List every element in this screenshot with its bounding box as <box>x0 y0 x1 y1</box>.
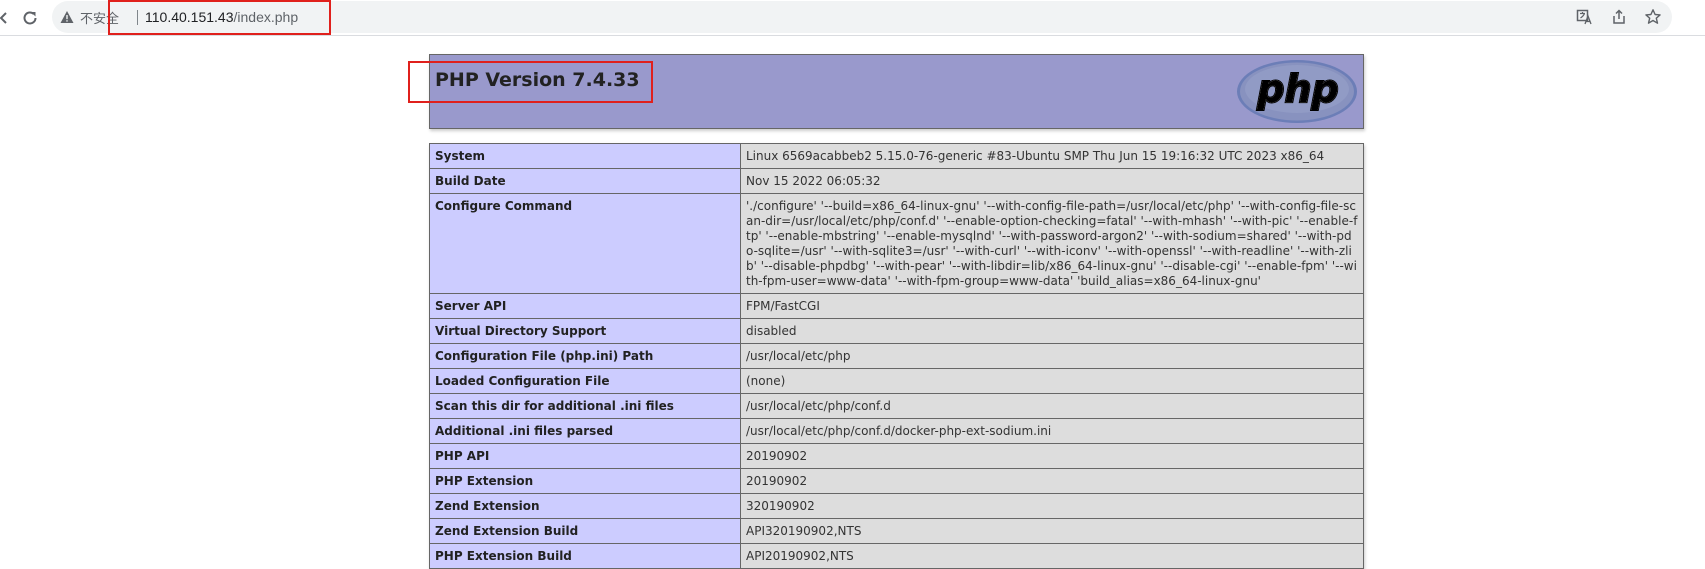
bookmark-star-icon <box>1645 9 1661 24</box>
row-label: PHP Extension <box>429 468 741 494</box>
table-row: Additional .ini files parsed/usr/local/e… <box>429 418 1364 444</box>
row-label: Server API <box>429 293 741 319</box>
row-label: Loaded Configuration File <box>429 368 741 394</box>
table-row: Zend Extension Build API320190902,NTS <box>429 518 1364 544</box>
chip-divider <box>137 10 138 25</box>
row-value: disabled <box>740 318 1364 344</box>
row-value: 20190902 <box>740 443 1364 469</box>
table-row: Configure Command './configure' '--build=… <box>429 193 1364 294</box>
row-label: Configuration File (php.ini) Path <box>429 343 741 369</box>
table-row: Build Date Nov 15 2022 06:05:32 <box>429 168 1364 194</box>
row-value: FPM/FastCGI <box>740 293 1364 319</box>
table-row: Server API FPM/FastCGI <box>429 293 1364 319</box>
table-row: Configuration File (php.ini) Path/usr/lo… <box>429 343 1364 369</box>
url-path: /index.php <box>233 9 299 25</box>
php-logo-fill: php <box>1256 67 1338 111</box>
back-icon <box>0 12 7 24</box>
row-value: /usr/local/etc/php/conf.d <box>740 393 1364 419</box>
row-label: System <box>429 143 741 169</box>
translate-icon <box>1576 9 1592 25</box>
browser-toolbar: 不安全 110.40.151.43/index.php <box>0 0 1705 36</box>
row-value: (none) <box>740 368 1364 394</box>
row-value: /usr/local/etc/php <box>740 343 1364 369</box>
table-row: PHP Extension Build API20190902,NTS <box>429 543 1364 569</box>
row-value: Nov 15 2022 06:05:32 <box>740 168 1364 194</box>
row-label: Zend Extension <box>429 493 741 519</box>
table-row: Zend Extension 320190902 <box>429 493 1364 519</box>
row-value: /usr/local/etc/php/conf.d/docker-php-ext… <box>740 418 1364 444</box>
table-row: System Linux 6569acabbeb2 5.15.0-76-gener… <box>429 143 1364 169</box>
row-label: Additional .ini files parsed <box>429 418 741 444</box>
row-label: Zend Extension Build <box>429 518 741 544</box>
share-button[interactable] <box>1608 6 1630 28</box>
php-info-table: System Linux 6569acabbeb2 5.15.0-76-gener… <box>429 143 1364 569</box>
address-bar[interactable]: 不安全 110.40.151.43/index.php <box>52 1 1672 33</box>
reload-icon <box>23 11 37 25</box>
phpinfo-page: PHP Version 7.4.33 php php System Linux 6… <box>429 54 1364 569</box>
row-label: Scan this dir for additional .ini files <box>429 393 741 419</box>
row-value: Linux 6569acabbeb2 5.15.0-76-generic #83… <box>740 143 1364 169</box>
row-label: Build Date <box>429 168 741 194</box>
omnibox-actions <box>1574 6 1664 28</box>
row-value: 320190902 <box>740 493 1364 519</box>
row-label: Virtual Directory Support <box>429 318 741 344</box>
translate-button[interactable] <box>1574 6 1596 28</box>
row-value: './configure' '--build=x86_64-linux-gnu'… <box>740 193 1364 294</box>
php-header: PHP Version 7.4.33 php php <box>429 54 1364 129</box>
row-value: 20190902 <box>740 468 1364 494</box>
table-row: Scan this dir for additional .ini files /… <box>429 393 1364 419</box>
reload-button[interactable] <box>18 6 42 30</box>
table-row: Virtual Directory Support disabled <box>429 318 1364 344</box>
security-chip[interactable]: 不安全 <box>60 1 119 33</box>
php-logo[interactable]: php php <box>1236 59 1358 124</box>
share-icon <box>1613 9 1625 24</box>
warning-icon <box>60 11 74 23</box>
row-label: PHP Extension Build <box>429 543 741 569</box>
table-row: PHP Extension 20190902 <box>429 468 1364 494</box>
row-value: API20190902,NTS <box>740 543 1364 569</box>
page-title: PHP Version 7.4.33 <box>435 69 640 91</box>
back-button[interactable] <box>0 6 16 30</box>
row-label: PHP API <box>429 443 741 469</box>
table-row: PHP API 20190902 <box>429 443 1364 469</box>
security-label: 不安全 <box>80 11 120 27</box>
row-label: Configure Command <box>429 193 741 294</box>
url-field[interactable]: 110.40.151.43/index.php <box>145 1 298 33</box>
row-value: API320190902,NTS <box>740 518 1364 544</box>
url-host: 110.40.151.43 <box>145 9 234 25</box>
bookmark-button[interactable] <box>1642 6 1664 28</box>
table-row: Loaded Configuration File (none) <box>429 368 1364 394</box>
